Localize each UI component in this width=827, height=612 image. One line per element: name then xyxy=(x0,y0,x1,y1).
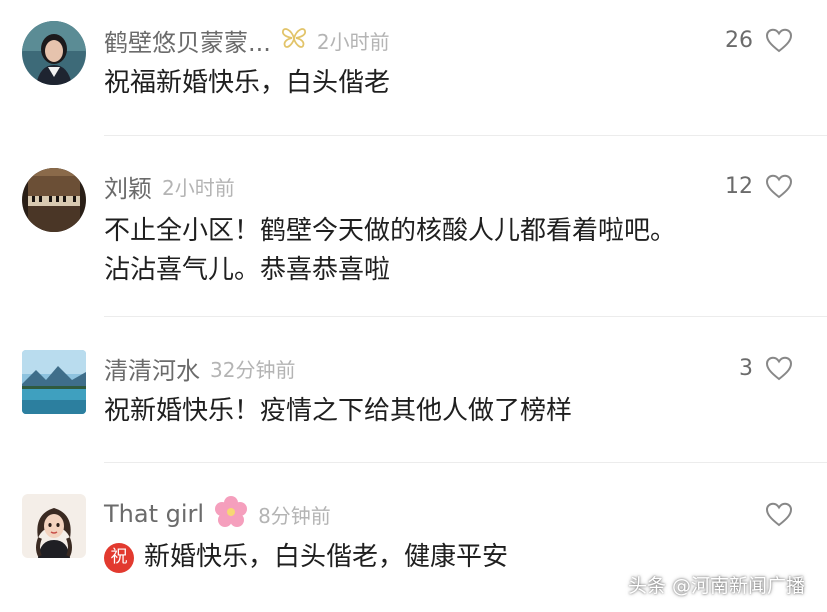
comment-header: 清清河水 32分钟前 xyxy=(104,350,295,386)
comment-text-line: 祝新婚快乐！疫情之下给其他人做了榜样 xyxy=(104,396,573,426)
comment-text: 祝福新婚快乐，白头偕老 xyxy=(104,64,787,103)
divider xyxy=(104,316,827,317)
avatar[interactable] xyxy=(22,168,86,232)
like-button[interactable]: 12 xyxy=(725,168,793,204)
divider xyxy=(104,462,827,463)
username[interactable]: That girl xyxy=(104,500,204,528)
heart-icon xyxy=(765,356,793,380)
watermark: 头条 @河南新闻广播 xyxy=(627,575,805,597)
comment-list-screen: 鹤壁悠贝蒙蒙... 2小时前 26 祝福新婚快乐，白头偕老 刘颖 2小时前 12… xyxy=(0,0,827,612)
like-count: 12 xyxy=(725,173,753,199)
comment-header: 鹤壁悠贝蒙蒙... 2小时前 xyxy=(104,22,390,58)
lake-mountain-avatar xyxy=(22,350,86,414)
comment-text-line: 新婚快乐，白头偕老，健康平安 xyxy=(144,542,509,572)
woman-portrait-avatar xyxy=(22,21,86,85)
like-count: 3 xyxy=(739,355,753,381)
heart-icon xyxy=(765,174,793,198)
heart-icon xyxy=(765,28,793,52)
comment-item: 刘颖 2小时前 12 不止全小区！鹤壁今天做的核酸人儿都看着啦吧。 沾沾喜气儿。… xyxy=(0,136,827,318)
timestamp: 32分钟前 xyxy=(210,357,296,382)
username[interactable]: 刘颖 xyxy=(104,169,152,204)
timestamp: 2小时前 xyxy=(316,29,390,54)
like-button[interactable]: 3 xyxy=(739,350,793,386)
comment-text-line: 不止全小区！鹤壁今天做的核酸人儿都看着啦吧。 xyxy=(104,216,677,246)
avatar[interactable] xyxy=(22,494,86,558)
like-button[interactable] xyxy=(753,496,793,532)
avatar[interactable] xyxy=(22,21,86,85)
comment-text: 祝新婚快乐！疫情之下给其他人做了榜样 xyxy=(104,392,787,431)
butterfly-icon xyxy=(281,26,307,54)
comment-item: 清清河水 32分钟前 3 祝新婚快乐！疫情之下给其他人做了榜样 xyxy=(0,318,827,464)
zhu-emoji-icon: 祝 xyxy=(104,542,134,573)
timestamp: 2小时前 xyxy=(162,175,235,200)
avatar[interactable] xyxy=(22,350,86,414)
like-button[interactable]: 26 xyxy=(725,22,793,58)
username[interactable]: 清清河水 xyxy=(104,351,200,386)
heart-icon xyxy=(765,502,793,526)
comment-item: 鹤壁悠贝蒙蒙... 2小时前 26 祝福新婚快乐，白头偕老 xyxy=(0,0,827,136)
comment-header: That girl 8分钟前 xyxy=(104,496,331,532)
comment-header: 刘颖 2小时前 xyxy=(104,168,235,204)
comment-text-line: 祝福新婚快乐，白头偕老 xyxy=(104,68,391,98)
username[interactable]: 鹤壁悠贝蒙蒙... xyxy=(104,23,271,58)
cartoon-girl-avatar xyxy=(22,494,86,558)
comment-text: 不止全小区！鹤壁今天做的核酸人儿都看着啦吧。 沾沾喜气儿。恭喜恭喜啦 xyxy=(104,212,787,290)
comment-text-line: 沾沾喜气儿。恭喜恭喜啦 xyxy=(104,255,391,285)
cherry-blossom-icon xyxy=(214,495,248,533)
piano-avatar xyxy=(22,168,86,232)
like-count: 26 xyxy=(725,27,753,53)
timestamp: 8分钟前 xyxy=(258,503,331,528)
